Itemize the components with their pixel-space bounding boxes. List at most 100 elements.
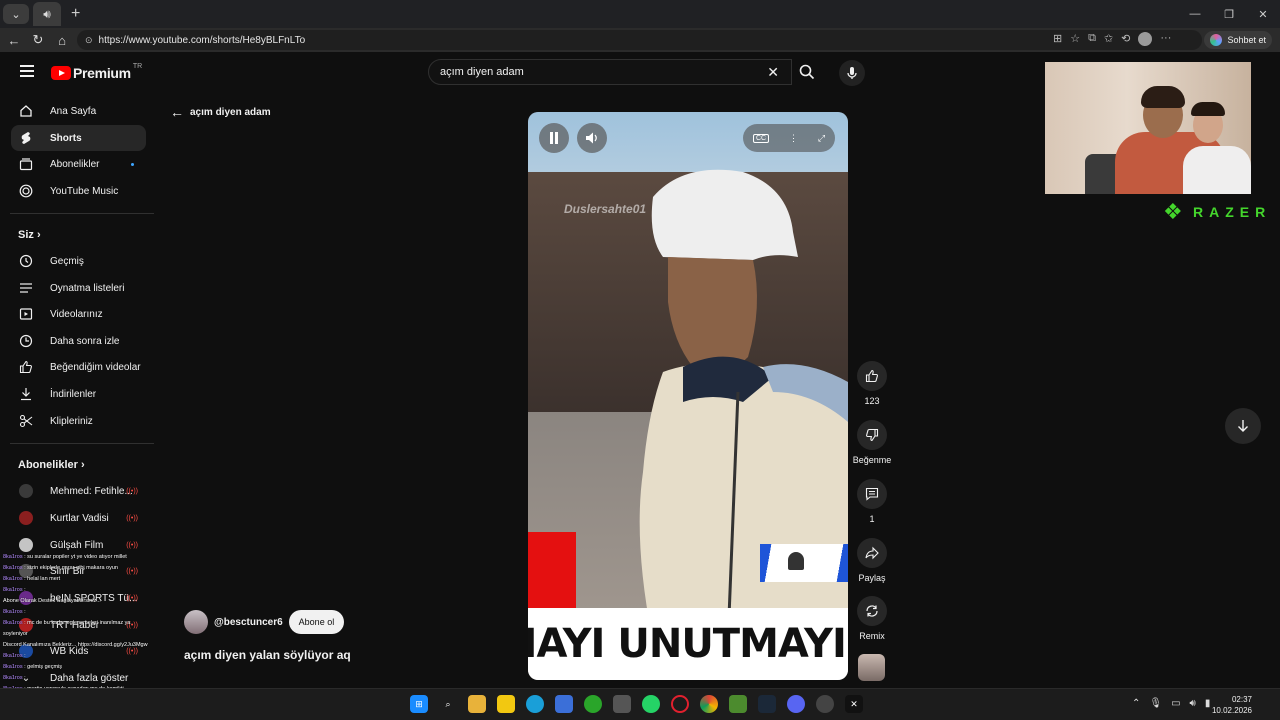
opera-icon[interactable]	[671, 695, 689, 713]
sidebar-item-shorts[interactable]: Shorts	[11, 125, 146, 151]
network-icon[interactable]: ▭	[1171, 698, 1180, 709]
thumbs-down-icon	[866, 428, 879, 442]
more-menu-icon[interactable]: ···	[1160, 32, 1171, 46]
subscription-channel[interactable]: Mehmed: Fetihle... ((•))	[11, 478, 146, 504]
history-icon[interactable]: ⟲	[1121, 32, 1130, 46]
profile-avatar[interactable]	[1138, 32, 1153, 46]
channel-name: Gülşah Film	[50, 539, 104, 551]
start-icon[interactable]: ⊞	[410, 695, 428, 713]
sidebar-item-youtube-music[interactable]: YouTube Music	[11, 178, 146, 204]
sidebar-item-watch-later[interactable]: Daha sonra izle	[11, 328, 146, 354]
fullscreen-icon[interactable]: ⤢	[818, 133, 825, 144]
favorites-icon[interactable]: ✩	[1104, 32, 1113, 46]
file-explorer-icon[interactable]	[468, 695, 486, 713]
chrome-icon[interactable]	[700, 695, 718, 713]
system-clock[interactable]: 02:37 10.02.2026	[1212, 694, 1252, 716]
short-video-player[interactable]: Duslersahte01 MAYI UNUTMAYIN CC ⋮ ⤢	[528, 112, 848, 680]
sidebar-item-subscriptions[interactable]: Abonelikler	[11, 151, 146, 177]
copilot-icon	[1210, 34, 1223, 46]
chevron-up-icon[interactable]: ⌃	[1132, 698, 1140, 709]
app-available-icon[interactable]: ⊞	[1053, 32, 1062, 46]
subscribe-button[interactable]: Abone ol	[288, 610, 345, 634]
live-indicator-icon: ((•))	[126, 514, 138, 522]
home-button[interactable]: ⌂	[50, 33, 74, 48]
search-icon	[799, 64, 815, 80]
channel-name[interactable]: @besctuncer6	[214, 617, 283, 628]
new-tab-button[interactable]: +	[71, 5, 80, 23]
reload-button[interactable]: ↻	[26, 32, 50, 48]
video-caption-text: MAYI UNUTMAYIN	[528, 621, 848, 667]
microphone-icon[interactable]: 🎙︎	[1149, 698, 1162, 709]
edge-icon[interactable]	[526, 695, 544, 713]
favorite-star-icon[interactable]: ☆	[1070, 32, 1080, 46]
whatsapp-icon[interactable]	[642, 695, 660, 713]
playlists-icon	[19, 281, 33, 295]
search-icon[interactable]: ⌕	[439, 695, 457, 713]
chat-message: 8ka1ros :	[3, 587, 26, 593]
sidebar-item-home[interactable]: Ana Sayfa	[11, 98, 146, 124]
xbox-icon[interactable]	[584, 695, 602, 713]
next-short-button[interactable]	[1225, 408, 1261, 444]
extensions-icon[interactable]: ⧉	[1088, 32, 1096, 46]
url-field[interactable]: ⊙ https://www.youtube.com/shorts/He8yBLF…	[77, 30, 1202, 50]
voice-search-button[interactable]	[839, 60, 865, 86]
volume-button[interactable]	[577, 123, 607, 153]
thumbs-up-icon	[865, 369, 878, 383]
chat-message: 8ka1ros : sizin ekiplerle garar gibi mak…	[3, 565, 118, 571]
chevron-right-icon: ›	[80, 459, 85, 471]
discord-icon[interactable]	[787, 695, 805, 713]
store-icon[interactable]	[555, 695, 573, 713]
browser-extensions: ⊞ ☆ ⧉ ✩ ⟲ ···	[1053, 32, 1171, 46]
sidebar-item-downloads[interactable]: İndirilenler	[11, 381, 146, 407]
battery-icon[interactable]: ▮	[1205, 698, 1211, 709]
site-info-icon[interactable]: ⊙	[85, 35, 93, 46]
dislike-button[interactable]: Beğenme	[852, 420, 892, 465]
comments-button[interactable]: 1	[852, 479, 892, 524]
minecraft-icon[interactable]	[729, 695, 747, 713]
tab-actions-button[interactable]: ⌄	[3, 4, 29, 24]
share-button[interactable]: Paylaş	[852, 538, 892, 583]
sidebar-item-clips[interactable]: Klipleriniz	[11, 408, 146, 434]
sidebar-item-playlists[interactable]: Oynatma listeleri	[11, 275, 146, 301]
subscriptions-section-heading[interactable]: Abonelikler ›	[18, 459, 85, 471]
sidebar-item-liked-videos[interactable]: Beğendiğim videolar	[11, 354, 146, 380]
sidebar-item-your-videos[interactable]: Videolarınız	[11, 301, 146, 327]
remix-button[interactable]: Remix	[852, 596, 892, 641]
sticky-notes-icon[interactable]	[497, 695, 515, 713]
you-section-heading[interactable]: Siz ›	[18, 229, 41, 241]
sound-thumbnail[interactable]	[858, 654, 885, 681]
sidebar-item-history[interactable]: Geçmiş	[11, 248, 146, 274]
copilot-button[interactable]: Sohbet et	[1204, 31, 1272, 49]
more-options-icon[interactable]: ⋮	[789, 133, 798, 144]
like-button[interactable]: 123	[852, 361, 892, 406]
subscription-channel[interactable]: Kurtlar Vadisi ((•))	[11, 505, 146, 531]
minimize-button[interactable]: —	[1178, 0, 1212, 28]
channel-avatar	[19, 511, 33, 525]
active-tab[interactable]: 🔊︎	[33, 2, 61, 26]
thumbs-up-icon	[19, 360, 33, 374]
chat-message: 8ka1ros : su suralar popiler yt ye video…	[3, 554, 127, 560]
calculator-icon[interactable]	[613, 695, 631, 713]
chat-message: 8ka1ros :	[3, 675, 26, 681]
sidebar-item-label: Shorts	[50, 132, 82, 144]
obs-icon[interactable]	[816, 695, 834, 713]
chat-message: 8ka1ros :	[3, 609, 26, 615]
pause-button[interactable]	[539, 123, 569, 153]
youtube-premium-logo[interactable]: Premium TR	[51, 63, 142, 81]
capcut-icon[interactable]: ✕	[845, 695, 863, 713]
short-title[interactable]: açım diyen yalan söylüyor aq	[184, 648, 351, 662]
back-button[interactable]: ←	[2, 33, 26, 48]
arrow-down-icon	[1238, 420, 1248, 432]
close-window-button[interactable]: ✕	[1246, 0, 1280, 28]
back-to-search-link[interactable]: ← açım diyen adam	[170, 104, 271, 120]
menu-icon[interactable]	[20, 65, 34, 77]
captions-icon[interactable]: CC	[752, 133, 770, 143]
search-button[interactable]	[792, 59, 822, 85]
razer-logo: ❖ RAZER	[1163, 199, 1271, 225]
volume-icon[interactable]: 🔊︎	[1190, 698, 1196, 709]
clear-search-icon[interactable]: ✕	[767, 64, 779, 81]
search-input[interactable]: açım diyen adam ✕	[428, 59, 792, 85]
channel-avatar[interactable]	[184, 610, 208, 634]
maximize-button[interactable]: ❐	[1212, 0, 1246, 28]
steam-icon[interactable]	[758, 695, 776, 713]
